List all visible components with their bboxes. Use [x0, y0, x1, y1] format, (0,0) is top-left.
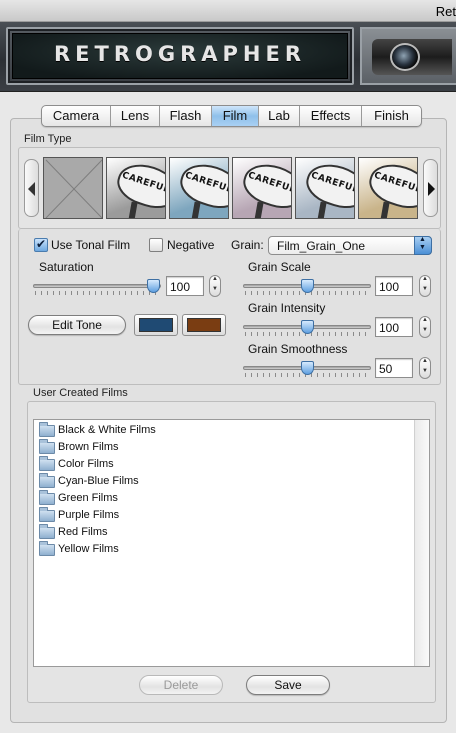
- folder-icon: [39, 541, 55, 556]
- film-thumbnail[interactable]: CAREFUL: [169, 157, 229, 219]
- tone-color-2-fill: [187, 318, 221, 332]
- film-strip-next-button[interactable]: [423, 159, 438, 217]
- use-tonal-film-checkbox[interactable]: [34, 237, 48, 252]
- use-tonal-film-label: Use Tonal Film: [51, 238, 131, 252]
- tab-film[interactable]: Film: [212, 106, 259, 126]
- user-films-heading: User Created Films: [33, 387, 128, 399]
- empty-slot-icon: [45, 159, 102, 218]
- folder-icon: [39, 507, 55, 522]
- tab-finish[interactable]: Finish: [362, 106, 421, 126]
- tone-color-1-well[interactable]: [134, 314, 178, 336]
- window-title: Ret: [435, 4, 456, 19]
- folder-icon: [39, 422, 55, 437]
- grain-intensity-input[interactable]: 100: [375, 317, 413, 337]
- grain-select[interactable]: Film_Grain_One: [268, 236, 432, 255]
- grain-smoothness-input[interactable]: 50: [375, 358, 413, 378]
- delete-button[interactable]: Delete: [139, 675, 223, 695]
- title-bar: Ret: [0, 0, 456, 22]
- grain-intensity-stepper[interactable]: [419, 316, 431, 338]
- tab-camera[interactable]: Camera: [42, 106, 111, 126]
- saturation-slider[interactable]: [33, 279, 161, 296]
- tab-flash[interactable]: Flash: [160, 106, 212, 126]
- grain-smoothness-stepper[interactable]: [419, 357, 431, 379]
- negative-checkbox[interactable]: [149, 238, 163, 252]
- list-item-label: Brown Films: [58, 441, 119, 453]
- film-thumbnail[interactable]: CAREFUL: [295, 157, 355, 219]
- slider-knob[interactable]: [301, 279, 314, 293]
- list-scrollbar[interactable]: [414, 420, 429, 666]
- grain-scale-stepper[interactable]: [419, 275, 431, 297]
- tone-color-1-fill: [139, 318, 173, 332]
- saturation-stepper[interactable]: [209, 275, 221, 297]
- film-thumbnail[interactable]: CAREFUL: [232, 157, 292, 219]
- saturation-input[interactable]: 100: [166, 276, 204, 296]
- grain-intensity-slider[interactable]: [243, 320, 371, 337]
- film-thumbnail[interactable]: CAREFUL: [358, 157, 418, 219]
- banner: RETROGRAPHER: [0, 22, 456, 92]
- grain-label: Grain:: [231, 238, 264, 252]
- arrow-left-icon: [28, 182, 35, 196]
- select-arrows-icon: [414, 236, 432, 255]
- folder-icon: [39, 524, 55, 539]
- arrow-right-icon: [428, 182, 435, 196]
- list-item-label: Yellow Films: [58, 543, 119, 555]
- film-strip-prev-button[interactable]: [24, 159, 39, 217]
- film-thumbnail[interactable]: CAREFUL: [106, 157, 166, 219]
- grain-scale-input[interactable]: 100: [375, 276, 413, 296]
- film-type-heading: Film Type: [24, 133, 72, 145]
- tab-lab[interactable]: Lab: [259, 106, 300, 126]
- grain-select-value: Film_Grain_One: [277, 239, 366, 253]
- tab-lens[interactable]: Lens: [111, 106, 160, 126]
- logo-plate: RETROGRAPHER: [6, 27, 354, 85]
- saturation-label: Saturation: [39, 260, 94, 274]
- grain-smoothness-label: Grain Smoothness: [248, 342, 348, 356]
- app-window: Ret RETROGRAPHER Camera Lens Flash Film …: [0, 0, 456, 733]
- list-item-label: Purple Films: [58, 509, 120, 521]
- tab-bar: Camera Lens Flash Film Lab Effects Finis…: [41, 105, 422, 127]
- list-item-label: Cyan-Blue Films: [58, 475, 139, 487]
- tab-effects[interactable]: Effects: [300, 106, 362, 126]
- grain-smoothness-slider[interactable]: [243, 361, 371, 378]
- tone-color-2-well[interactable]: [182, 314, 226, 336]
- logo-text: RETROGRAPHER: [53, 42, 306, 66]
- camera-image: [360, 27, 456, 85]
- camera-lens-icon: [390, 43, 420, 71]
- grain-scale-slider[interactable]: [243, 279, 371, 296]
- list-item-label: Green Films: [58, 492, 118, 504]
- folder-icon: [39, 473, 55, 488]
- user-films-list[interactable]: Black & White Films Brown Films Color Film…: [33, 419, 430, 667]
- slider-knob[interactable]: [301, 361, 314, 375]
- grain-intensity-label: Grain Intensity: [248, 301, 326, 315]
- film-thumbnail-empty[interactable]: [43, 157, 103, 219]
- list-item-label: Red Films: [58, 526, 108, 538]
- list-item-label: Black & White Films: [58, 424, 156, 436]
- grain-scale-label: Grain Scale: [248, 260, 311, 274]
- folder-icon: [39, 456, 55, 471]
- edit-tone-button[interactable]: Edit Tone: [28, 315, 126, 335]
- list-item-label: Color Films: [58, 458, 114, 470]
- save-button[interactable]: Save: [246, 675, 330, 695]
- slider-knob[interactable]: [301, 320, 314, 334]
- folder-icon: [39, 490, 55, 505]
- negative-label: Negative: [167, 238, 215, 252]
- folder-icon: [39, 439, 55, 454]
